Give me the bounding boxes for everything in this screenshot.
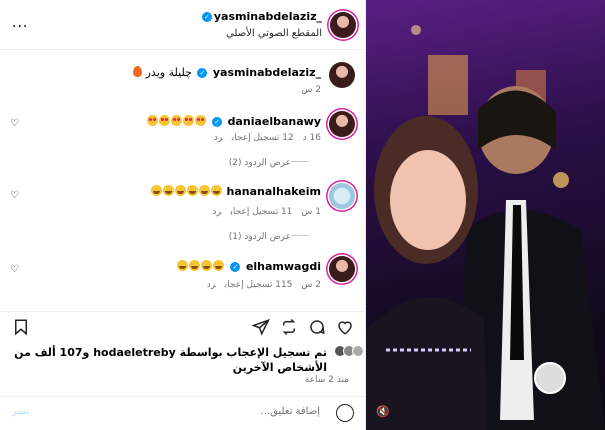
comment-avatar[interactable]	[329, 111, 355, 137]
comment-line: ✓ elhamwagdi	[176, 260, 321, 273]
comment-meta: 16 د 12 تسجيل إعجاب رد	[205, 133, 321, 143]
comment-username[interactable]: elhamwagdi	[246, 260, 321, 273]
reel-frame-image	[366, 25, 605, 430]
reel-video[interactable]: 🔇	[366, 0, 605, 430]
caption-username[interactable]: yasminabdelaziz_	[213, 66, 321, 79]
emoji-picker-icon[interactable]	[336, 404, 354, 422]
like-comment-icon[interactable]: ♡	[10, 264, 19, 275]
laughing-emoji-icon	[199, 185, 210, 196]
author-avatar[interactable]	[330, 12, 356, 38]
comment-likes[interactable]: 11 تسجيل إعجاب	[230, 207, 292, 217]
comment-username[interactable]: hananalhakeim	[227, 185, 322, 198]
laughing-emoji-icon	[175, 185, 186, 196]
comment-meta: 2 س 115 تسجيل إعجاب رد	[198, 280, 321, 290]
caption-avatar[interactable]	[329, 62, 355, 88]
like-comment-icon[interactable]: ♡	[10, 190, 19, 201]
heart-icon[interactable]	[336, 318, 354, 336]
laughing-emoji-icon	[211, 185, 222, 196]
view-replies-button[interactable]: عرض الردود (1)	[229, 232, 315, 242]
comment-username[interactable]: daniaelbanawy	[228, 115, 321, 128]
comment-time: 2 س	[301, 280, 321, 290]
laughing-emoji-icon	[187, 185, 198, 196]
post-action-bar	[0, 311, 366, 341]
save-bookmark-icon[interactable]	[12, 318, 30, 336]
post-comment-button[interactable]: نشر	[12, 406, 29, 417]
verified-badge-icon: ✓	[230, 262, 241, 272]
divider	[291, 161, 309, 162]
mute-icon[interactable]: 🔇	[376, 405, 390, 418]
caption-time: 2 س	[301, 85, 321, 95]
comment-likes[interactable]: 12 تسجيل إعجاب	[232, 133, 294, 143]
post-timestamp: منذ 2 ساعة	[304, 375, 349, 385]
add-comment-input[interactable]: إضافة تعليق...	[50, 406, 320, 417]
like-comment-icon[interactable]: ♡	[10, 118, 19, 129]
emoji-group	[151, 185, 223, 198]
emoji-group	[176, 260, 225, 273]
heart-eyes-emoji-icon	[146, 115, 158, 126]
heart-eyes-emoji-icon	[170, 115, 182, 126]
comment-meta: 1 س 11 تسجيل إعجاب رد	[203, 207, 321, 217]
view-replies-button[interactable]: عرض الردود (2)	[229, 158, 315, 168]
comment-line: hananalhakeim	[151, 185, 321, 198]
likes-summary[interactable]: تم تسجيل الإعجاب بواسطة hodaeletreby و10…	[7, 345, 327, 375]
emoji-group	[146, 115, 207, 128]
liker-avatar[interactable]	[352, 345, 364, 357]
audio-label[interactable]: المقطع الصوتي الأصلي	[226, 28, 322, 39]
reply-button[interactable]: رد	[214, 133, 223, 143]
reply-button[interactable]: رد	[212, 207, 221, 217]
comment-avatar[interactable]	[329, 183, 355, 209]
verified-badge-icon: ✓	[212, 117, 223, 127]
comment-avatar[interactable]	[329, 256, 355, 282]
comment-time: 1 س	[301, 207, 321, 217]
comment-time: 16 د	[302, 133, 321, 143]
reply-button[interactable]: رد	[207, 280, 216, 290]
laughing-emoji-icon	[176, 260, 188, 271]
author-username[interactable]: ✓ yasminabdelaziz_	[200, 10, 322, 23]
collab-avatar[interactable]	[534, 362, 566, 394]
caption-line: چليلة ويدر ✓ yasminabdelaziz_	[133, 66, 321, 79]
share-icon[interactable]	[252, 318, 270, 336]
caption-text: چليلة ويدر	[145, 66, 192, 79]
laughing-emoji-icon	[188, 260, 200, 271]
heart-eyes-emoji-icon	[194, 115, 206, 126]
comment-line: ✓ daniaelbanawy	[146, 115, 321, 128]
heart-eyes-emoji-icon	[158, 115, 170, 126]
laughing-emoji-icon	[212, 260, 224, 271]
laughing-emoji-icon	[151, 185, 162, 196]
comment-likes[interactable]: 115 تسجيل إعجاب	[225, 280, 293, 290]
laughing-emoji-icon	[163, 185, 174, 196]
verified-badge-icon: ✓	[201, 12, 212, 22]
laughing-emoji-icon	[200, 260, 212, 271]
more-options-icon[interactable]: ...	[12, 15, 28, 31]
post-detail-panel: ✓ yasminabdelaziz_ المقطع الصوتي الأصلي .…	[0, 0, 366, 430]
comment-icon[interactable]	[308, 318, 326, 336]
post-header: ✓ yasminabdelaziz_ المقطع الصوتي الأصلي .…	[0, 0, 366, 50]
fire-emoji-icon	[133, 66, 143, 77]
add-comment-row: إضافة تعليق... نشر	[0, 396, 366, 430]
repost-icon[interactable]	[280, 318, 298, 336]
heart-eyes-emoji-icon	[182, 115, 194, 126]
divider	[291, 235, 309, 236]
verified-badge-icon: ✓	[197, 68, 208, 78]
